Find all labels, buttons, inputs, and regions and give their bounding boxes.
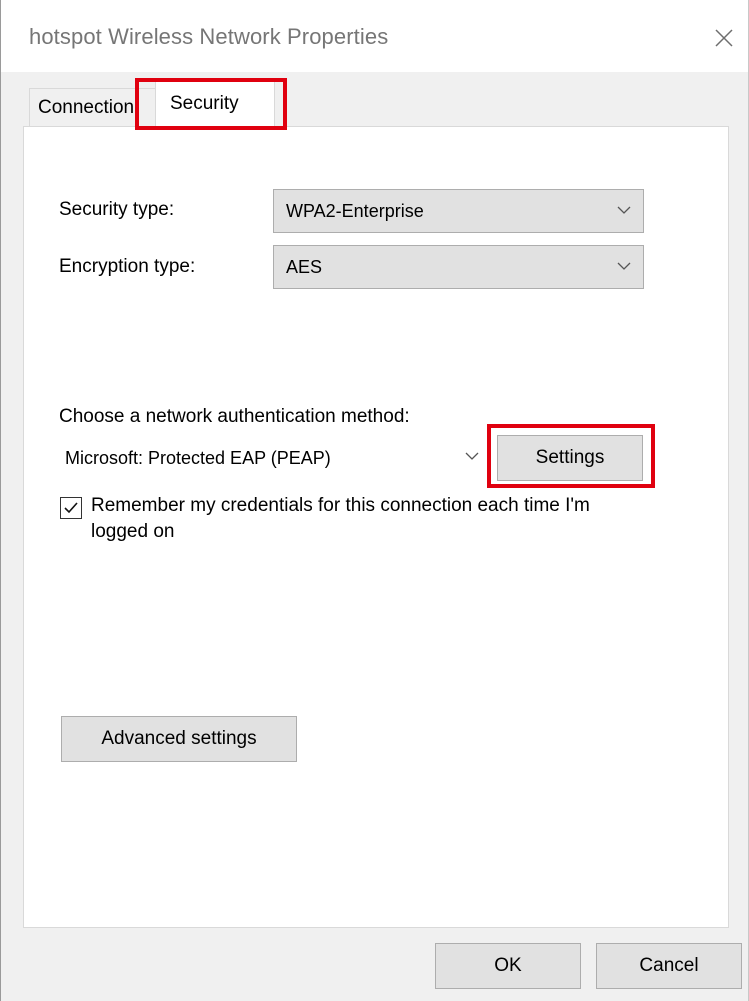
chevron-down-icon: [465, 452, 479, 460]
tab-security[interactable]: Security: [155, 80, 275, 127]
auth-method-select[interactable]: Microsoft: Protected EAP (PEAP): [57, 437, 487, 479]
checkmark-icon: [64, 502, 78, 514]
security-type-value: WPA2-Enterprise: [286, 200, 424, 221]
auth-method-value: Microsoft: Protected EAP (PEAP): [65, 447, 331, 468]
advanced-settings-button-label: Advanced settings: [101, 728, 257, 749]
remember-credentials-checkbox[interactable]: [60, 497, 82, 519]
security-type-select[interactable]: WPA2-Enterprise: [273, 189, 644, 233]
settings-button[interactable]: Settings: [497, 435, 643, 481]
ok-button-label: OK: [494, 955, 522, 976]
close-button[interactable]: [700, 14, 748, 62]
chevron-down-icon: [617, 262, 631, 270]
ok-button[interactable]: OK: [435, 943, 581, 989]
advanced-settings-button[interactable]: Advanced settings: [61, 716, 297, 762]
tab-connection-label: Connection: [38, 96, 135, 118]
auth-method-label: Choose a network authentication method:: [59, 406, 410, 427]
remember-credentials-label[interactable]: Remember my credentials for this connect…: [91, 493, 611, 545]
chevron-down-icon: [617, 206, 631, 214]
encryption-type-value: AES: [286, 256, 323, 277]
properties-dialog: hotspot Wireless Network Properties Conn…: [0, 0, 749, 1001]
security-type-label: Security type:: [59, 199, 175, 220]
tab-connection[interactable]: Connection: [29, 88, 157, 126]
close-icon: [715, 29, 733, 47]
encryption-type-label: Encryption type:: [59, 256, 196, 277]
cancel-button[interactable]: Cancel: [596, 943, 742, 989]
tab-security-label: Security: [170, 93, 239, 114]
settings-button-label: Settings: [535, 447, 605, 468]
title-bar: hotspot Wireless Network Properties: [1, 0, 748, 72]
cancel-button-label: Cancel: [639, 955, 699, 976]
window-title: hotspot Wireless Network Properties: [29, 24, 389, 49]
encryption-type-select[interactable]: AES: [273, 245, 644, 289]
